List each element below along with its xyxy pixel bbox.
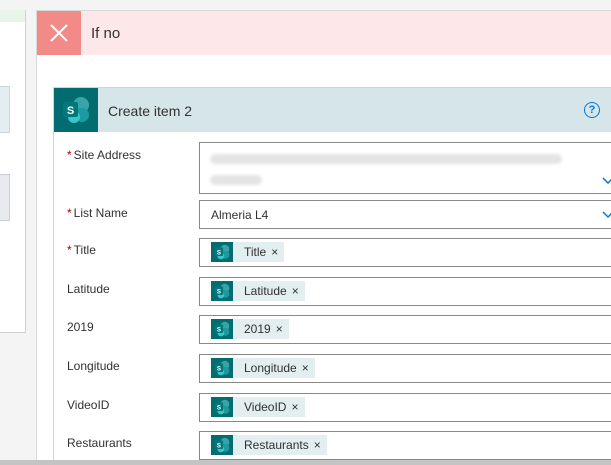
branch-header[interactable]: If no [37, 11, 611, 55]
token-remove-icon[interactable]: × [291, 400, 298, 414]
dynamic-content-token[interactable]: S Title × [211, 242, 285, 262]
title-input[interactable]: S Title × [199, 238, 611, 267]
title-label: * Title [67, 243, 96, 257]
token-remove-icon[interactable]: × [302, 361, 309, 375]
year-input[interactable]: S 2019 × [199, 315, 611, 344]
token-remove-icon[interactable]: × [292, 284, 299, 298]
videoid-label: VideoID [67, 398, 110, 412]
create-item-card: S Create item 2 ? * Site Address * List Na… [53, 87, 611, 462]
left-branch-action-card[interactable] [0, 86, 10, 133]
token-remove-icon[interactable]: × [271, 245, 278, 259]
token-remove-icon[interactable]: × [276, 322, 283, 336]
required-mark: * [67, 243, 72, 257]
svg-text:S: S [217, 288, 221, 295]
sharepoint-icon: S [211, 397, 233, 417]
svg-text:S: S [217, 249, 221, 256]
longitude-input[interactable]: S Longitude × [199, 354, 611, 383]
token-remove-icon[interactable]: × [314, 438, 321, 452]
chevron-down-icon[interactable] [602, 175, 611, 187]
token-label: Title [244, 245, 267, 259]
latitude-input[interactable]: S Latitude × [199, 277, 611, 306]
dynamic-content-token[interactable]: S VideoID × [211, 397, 305, 417]
latitude-label: Latitude [67, 282, 110, 296]
sharepoint-icon: S [54, 88, 98, 132]
help-icon[interactable]: ? [584, 102, 600, 118]
sharepoint-icon: S [211, 281, 233, 301]
if-no-branch: If no S Create item 2 ? * Site Address *… [36, 10, 611, 462]
svg-text:S: S [67, 105, 74, 117]
close-icon [37, 11, 81, 55]
left-branch-header [0, 10, 25, 22]
left-branch-action-card-2[interactable] [0, 174, 10, 221]
svg-text:S: S [217, 365, 221, 372]
token-label: VideoID [244, 400, 287, 414]
site-address-value-redacted-line2 [210, 175, 262, 185]
required-mark: * [67, 206, 72, 220]
site-address-label: * Site Address [67, 148, 142, 162]
token-label: 2019 [244, 322, 271, 336]
site-address-value-redacted [210, 154, 562, 164]
restaurants-input[interactable]: S Restaurants × [199, 431, 611, 460]
required-mark: * [67, 148, 72, 162]
svg-text:S: S [217, 442, 221, 449]
card-title: Create item 2 [108, 103, 193, 119]
token-label: Longitude [244, 361, 297, 375]
left-branch-panel [0, 10, 26, 333]
svg-text:S: S [217, 326, 221, 333]
card-header[interactable]: S Create item 2 ? [54, 88, 611, 132]
branch-title: If no [91, 25, 121, 42]
token-label: Restaurants [244, 438, 309, 452]
sharepoint-icon: S [211, 435, 233, 455]
videoid-input[interactable]: S VideoID × [199, 393, 611, 422]
dynamic-content-token[interactable]: S 2019 × [211, 319, 289, 339]
year-label: 2019 [67, 320, 94, 334]
list-name-value: Almeria L4 [211, 208, 269, 222]
chevron-down-icon[interactable] [602, 209, 611, 221]
sharepoint-icon: S [211, 242, 233, 262]
longitude-label: Longitude [67, 359, 120, 373]
token-label: Latitude [244, 284, 287, 298]
dynamic-content-token[interactable]: S Longitude × [211, 358, 315, 378]
svg-text:S: S [217, 404, 221, 411]
site-address-dropdown[interactable] [199, 142, 611, 194]
dynamic-content-token[interactable]: S Restaurants × [211, 435, 327, 455]
list-name-dropdown[interactable]: Almeria L4 [199, 200, 611, 229]
sharepoint-icon: S [211, 319, 233, 339]
horizontal-scrollbar[interactable] [0, 460, 611, 465]
dynamic-content-token[interactable]: S Latitude × [211, 281, 305, 301]
list-name-label: * List Name [67, 206, 128, 220]
restaurants-label: Restaurants [67, 436, 132, 450]
sharepoint-icon: S [211, 358, 233, 378]
